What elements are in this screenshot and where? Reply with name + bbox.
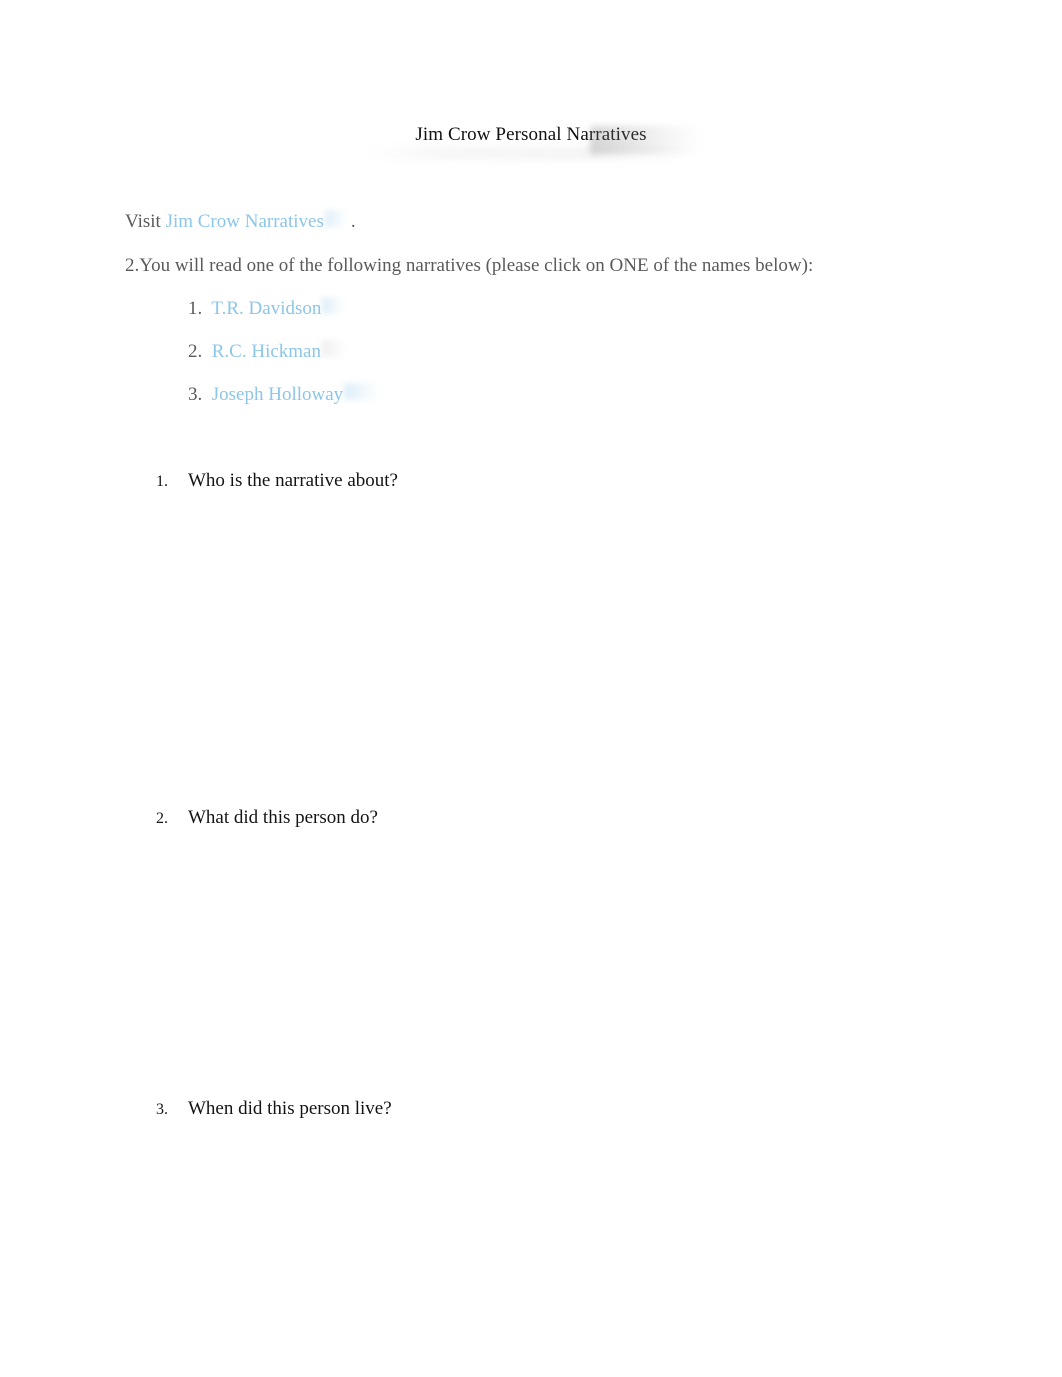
instruction-paragraph: 2.You will read one of the following nar… [125,255,814,276]
question-3-number: 3. [156,1101,168,1118]
link-highlight-smudge [322,340,348,357]
list-item: 3. Joseph Holloway [188,382,387,408]
link-highlight-smudge [322,297,349,314]
question-3: 3. When did this person live? [156,1096,936,1123]
question-1: 1. Who is the narrative about? [156,468,936,495]
jim-crow-narratives-link[interactable]: Jim Crow Narratives [166,211,324,232]
question-1-text: Who is the narrative about? [188,470,398,491]
visit-prefix-text: Visit [125,211,161,232]
page-title: Jim Crow Personal Narratives [415,124,647,145]
list-item: 2. R.C. Hickman [188,339,386,365]
page-title-row: Jim Crow Personal Narratives [0,122,1062,148]
list-item: 1. T.R. Davidson [188,296,386,322]
visit-suffix-text: . [350,211,356,232]
narrative-link-rc-hickman[interactable]: R.C. Hickman [212,341,321,362]
list-item-number: 2. [188,341,203,362]
list-item-number: 3. [188,384,203,405]
question-2-number: 2. [156,810,168,827]
narrative-link-tr-davidson[interactable]: T.R. Davidson [211,298,321,319]
title-highlight-smudge-lower [365,146,695,160]
answer-area-3[interactable] [188,1129,928,1359]
narrative-link-joseph-holloway[interactable]: Joseph Holloway [212,384,343,405]
answer-area-1[interactable] [188,500,928,790]
visit-paragraph: Visit Jim Crow Narratives. [125,209,356,235]
question-3-text: When did this person live? [188,1098,392,1119]
question-1-number: 1. [156,473,168,490]
link-highlight-smudge [324,210,351,227]
document-page: Jim Crow Personal Narratives Visit Jim C… [0,0,1062,1377]
answer-area-2[interactable] [188,838,928,1086]
link-highlight-smudge [344,383,387,400]
question-2-text: What did this person do? [188,807,378,828]
list-item-number: 1. [188,298,203,319]
question-2: 2. What did this person do? [156,805,936,832]
narrative-link-list: 1. T.R. Davidson 2. R.C. Hickman 3. Jose… [188,296,387,425]
